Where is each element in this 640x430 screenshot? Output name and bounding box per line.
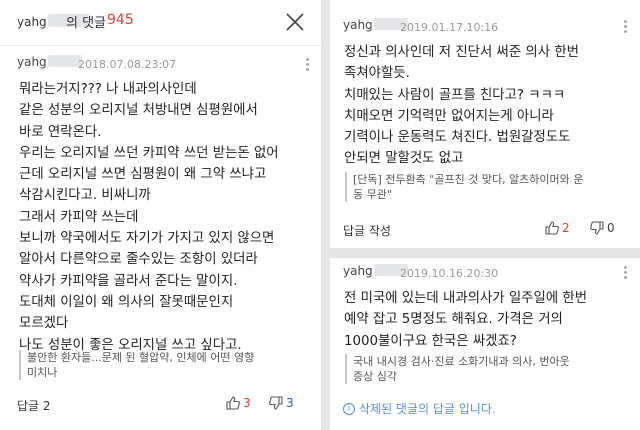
- quote-line: 미치나: [27, 366, 58, 379]
- comment-author-text: yahg: [343, 264, 373, 278]
- comment-line: 뭐라는거지??? 나 내과의사인데: [19, 82, 197, 97]
- quote-line: [단독] 전두환측 "골프친 것 맞다, 알츠하이머와 운: [353, 173, 584, 186]
- thumbs-down-icon: [590, 221, 604, 235]
- comment-line: 정신과 의사인데 저 진단서 써준 의사 한번: [344, 45, 579, 60]
- comment-line: 족쳐야할듯.: [344, 66, 410, 82]
- comment-line: 약사가 카피약을 골라서 준다는 말이지.: [19, 273, 238, 289]
- like-count: 2: [562, 221, 570, 235]
- comment-line: 같은 성분의 오리지널 처방내면 심평원에서: [19, 103, 258, 119]
- reply-button[interactable]: 답글 작성: [343, 222, 391, 239]
- comment-line: 전 미국에 있는데 내과의사가 일주일에 한번: [344, 291, 588, 306]
- dislike-button[interactable]: 3: [269, 396, 294, 410]
- blurred-username: [47, 55, 82, 67]
- quote-line: 증상 심각: [353, 370, 397, 383]
- comment-line: 바로 연락온다.: [19, 124, 102, 140]
- notice-text: 삭제된 댓글의 답글 입니다.: [359, 402, 496, 416]
- close-button[interactable]: [284, 11, 306, 33]
- comment-line: 모르겠다: [19, 316, 69, 332]
- comment-line: 1000불이구요 한국은 싸겠죠?: [344, 333, 517, 349]
- info-icon: i: [343, 402, 355, 415]
- dislike-button[interactable]: 0: [590, 221, 615, 235]
- like-count: 3: [243, 396, 251, 410]
- comment-timestamp: 2018.07.08.23:07: [78, 58, 177, 71]
- comment-timestamp: 2019.10.16.20:30: [400, 267, 499, 280]
- comment-author[interactable]: yahg: [343, 264, 409, 278]
- comment-header: yahg 의 댓글 945: [0, 0, 321, 46]
- like-button[interactable]: 3: [226, 396, 251, 410]
- comment-line: 알아서 다른약으로 줄수있는 조항이 있더라: [19, 252, 258, 268]
- thumbs-up-icon: [545, 221, 559, 235]
- comment-author[interactable]: yahg: [17, 55, 83, 69]
- comment-panel-right-top: yahg 2019.01.17.10:16 정신과 의사인데 저 진단서 써준 …: [330, 0, 640, 248]
- comment-author-text: yahg: [343, 18, 373, 32]
- comment-body: 뭐라는거지??? 나 내과의사인데같은 성분의 오리지널 처방내면 심평원에서바…: [19, 79, 279, 356]
- comment-author-text: yahg: [17, 55, 47, 69]
- dislike-count: 3: [286, 396, 294, 410]
- close-icon: [286, 13, 304, 31]
- header-username-text: yahg: [17, 15, 47, 29]
- article-quote[interactable]: [단독] 전두환측 "골프친 것 맞다, 알츠하이머와 운동 무관": [345, 172, 583, 202]
- comment-body: 정신과 의사인데 저 진단서 써준 의사 한번족쳐야할듯. 치매있는 사람이 골프…: [344, 42, 579, 170]
- thumbs-down-icon: [269, 396, 283, 410]
- comment-line: 안되면 말할것도 없고: [344, 151, 464, 167]
- comment-panel-right-bottom: yahg 2019.10.16.20:30 전 미국에 있는데 내과의사가 일주…: [330, 258, 640, 430]
- comment-line: 치매있는 사람이 골프를 친다고? ㅋㅋㅋ: [344, 87, 566, 103]
- comment-count: 945: [107, 12, 134, 28]
- like-button[interactable]: 2: [545, 221, 570, 235]
- comment-line: 삭감시킨다고. 비싸니까: [19, 188, 151, 204]
- thumbs-up-icon: [226, 396, 240, 410]
- article-quote[interactable]: 불안한 환자들...문제 된 혈압약, 인체에 어떤 영향미치나: [19, 350, 254, 380]
- more-options-icon[interactable]: [624, 266, 628, 281]
- article-quote[interactable]: 국내 내시경 검사·진료 소화기내과 의사, 번아웃증상 심각: [345, 354, 570, 384]
- quote-line: 동 무관": [353, 188, 392, 201]
- comment-panel-left: yahg 의 댓글 945 yahg 2018.07.08.23:07 뭐라는거…: [0, 0, 321, 430]
- more-options-icon[interactable]: [624, 20, 628, 35]
- comment-timestamp: 2019.01.17.10:16: [400, 21, 499, 34]
- comment-line: 기력이나 운동력도 쳐진다. 법원갈정도도: [344, 130, 571, 146]
- reply-button[interactable]: 답글 2: [17, 397, 51, 414]
- header-title: 의 댓글: [66, 16, 107, 31]
- comment-line: 근데 오리지널 쓰면 심평원이 왜 그약 쓰냐고: [19, 167, 267, 183]
- quote-line: 국내 내시경 검사·진료 소화기내과 의사, 번아웃: [353, 355, 570, 368]
- comment-line: 그래서 카피약 쓰는데: [19, 209, 139, 225]
- comment-line: 보니까 약국에서도 자기가 가지고 있지 않으면: [19, 231, 275, 247]
- comment-author[interactable]: yahg: [343, 18, 409, 32]
- dislike-count: 0: [607, 221, 615, 235]
- comment-line: 우리는 오리지널 쓰던 카피약 쓰던 받는돈 없어: [19, 145, 279, 161]
- comment-line: 치매오면 기억력만 없어지는게 아니라: [344, 108, 554, 124]
- quote-line: 불안한 환자들...문제 된 혈압약, 인체에 어떤 영향: [27, 351, 255, 364]
- comment-line: 도대체 이일이 왜 의사의 잘못때문인지: [19, 294, 234, 310]
- deleted-reply-notice: i 삭제된 댓글의 답글 입니다.: [343, 400, 496, 417]
- comment-line: 예약 잡고 5명정도 해줘요. 가격은 거의: [344, 312, 563, 328]
- comment-body: 전 미국에 있는데 내과의사가 일주일에 한번예약 잡고 5명정도 해줘요. 가…: [344, 288, 587, 352]
- more-options-icon[interactable]: [306, 58, 310, 73]
